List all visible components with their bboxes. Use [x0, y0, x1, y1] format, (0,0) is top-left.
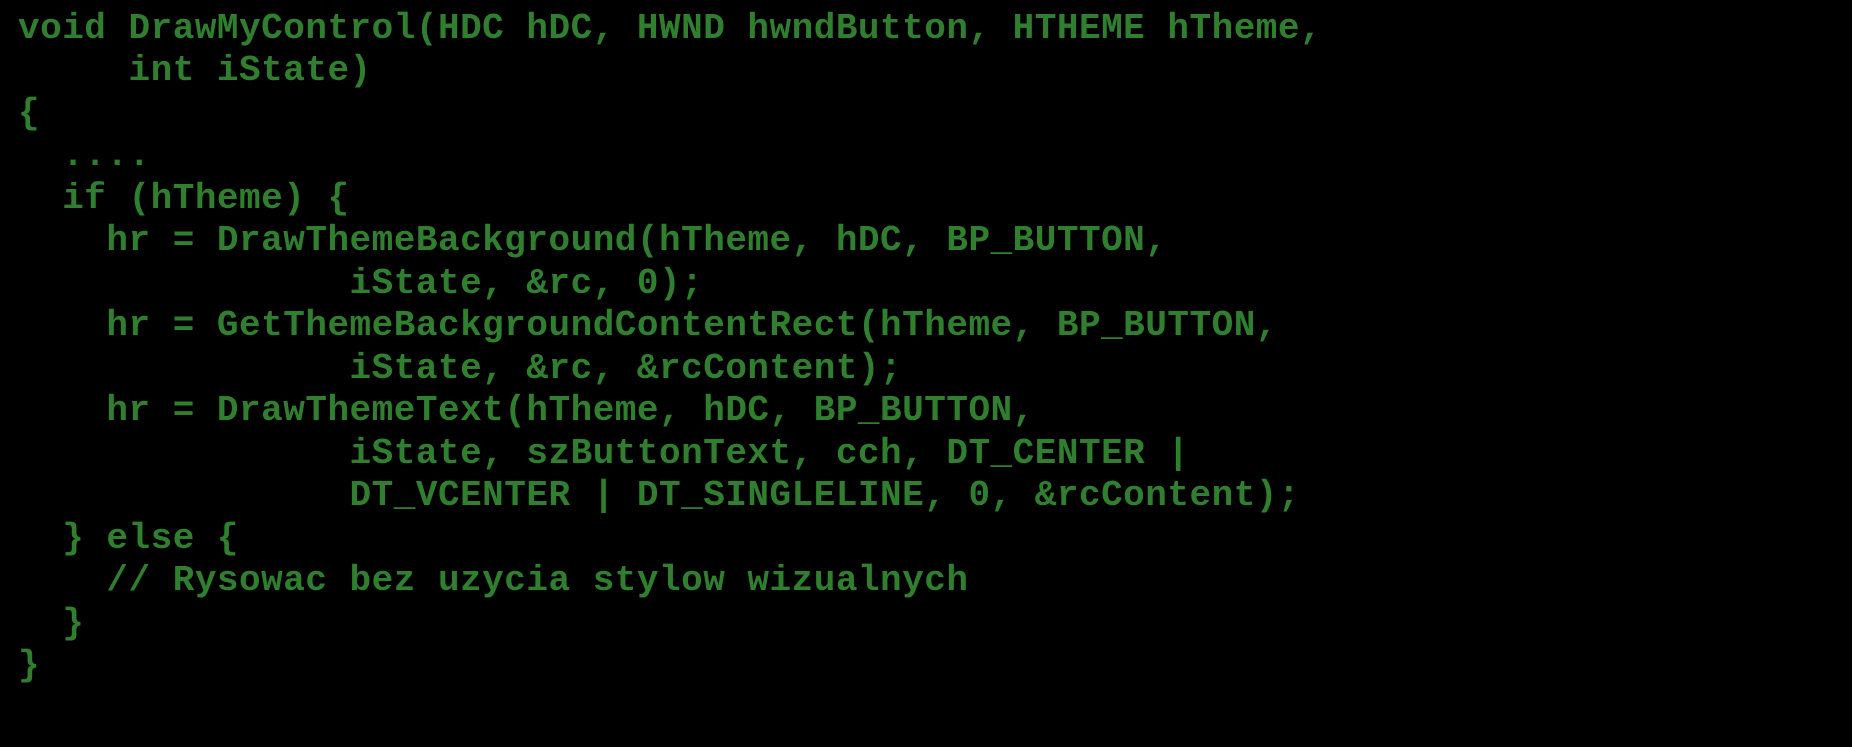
- code-block: void DrawMyControl(HDC hDC, HWND hwndBut…: [0, 0, 1852, 696]
